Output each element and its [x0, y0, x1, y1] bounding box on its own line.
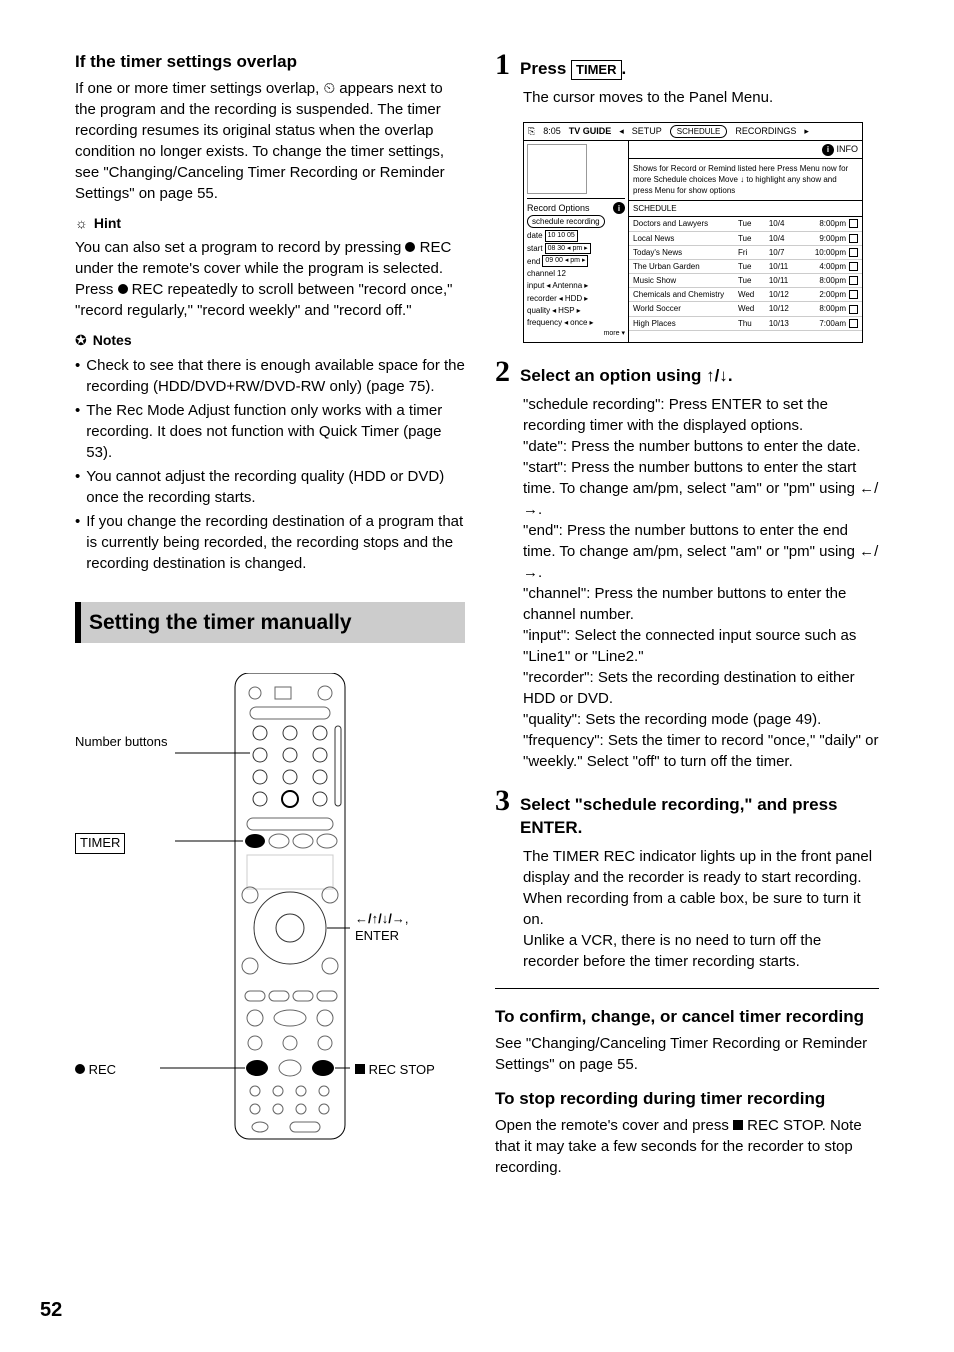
tv-logo	[527, 144, 587, 194]
field-quality-label: quality	[527, 305, 550, 316]
rec-dot-icon-3	[75, 1064, 85, 1074]
field-end-label: end	[527, 256, 540, 267]
para-overlap: If one or more timer settings overlap, ⏲…	[75, 78, 465, 204]
stop-square-icon-2	[733, 1120, 743, 1130]
hint-rec: REC	[415, 239, 451, 256]
schedule-row[interactable]: Local NewsTue10/49:00pm	[629, 232, 862, 246]
info-icon: i	[613, 202, 625, 214]
field-start-label: start	[527, 243, 543, 254]
tv-time: 8:05	[543, 125, 561, 138]
info-icon-2: i	[822, 144, 834, 156]
info-label: INFO	[837, 144, 859, 154]
heading-overlap: If the timer settings overlap	[75, 50, 465, 74]
note-item: If you change the recording destination …	[75, 511, 465, 574]
field-quality-value[interactable]: HSP	[558, 305, 574, 316]
schedule-row[interactable]: Today's NewsFri10/710:00pm	[629, 246, 862, 260]
field-frequency-label: frequency	[527, 317, 562, 328]
step1-title-b: .	[622, 59, 627, 78]
step1-title: Press TIMER.	[520, 57, 626, 81]
sub2-title: To stop recording during timer recording	[495, 1087, 879, 1111]
tv-setup-tab[interactable]: SETUP	[632, 125, 662, 138]
note-text: The Rec Mode Adjust function only works …	[86, 400, 465, 463]
schedule-recording-pill[interactable]: schedule recording	[527, 215, 605, 228]
note-item: You cannot adjust the recording quality …	[75, 466, 465, 508]
schedule-rows: Doctors and LawyersTue10/48:00pmLocal Ne…	[629, 217, 862, 331]
section-heading: Setting the timer manually	[75, 602, 465, 643]
schedule-header: SCHEDULE	[629, 201, 862, 217]
step1-timer-box: TIMER	[571, 60, 621, 80]
callout-rec-stop-text: REC STOP	[369, 1062, 435, 1077]
step2-title: Select an option using ↑/↓.	[520, 364, 733, 388]
field-input-value[interactable]: Antenna	[552, 280, 582, 291]
step1-body: The cursor moves to the Panel Menu.	[523, 87, 879, 108]
callout-rec-stop: REC STOP	[355, 1061, 435, 1079]
field-date-label: date	[527, 230, 543, 241]
field-end-value[interactable]: 09 00 ◂ pm ▸	[542, 255, 588, 267]
sub2-body-a: Open the remote's cover and press	[495, 1117, 733, 1134]
callout-arrows-enter: ←/↑/↓/→,ENTER	[355, 911, 408, 945]
schedule-row[interactable]: Music ShowTue10/118:00pm	[629, 274, 862, 288]
remote-figure: Number buttons TIMER ←/↑/↓/→,ENTER REC R…	[75, 673, 465, 1143]
step3-title: Select "schedule recording," and press E…	[520, 793, 879, 841]
sub1-body: See "Changing/Canceling Timer Recording …	[495, 1033, 879, 1075]
stop-square-icon	[355, 1064, 365, 1074]
hint-text-c: REC repeatedly to scroll between "record…	[75, 281, 453, 319]
page-number: 52	[40, 1296, 62, 1324]
field-recorder-value[interactable]: HDD	[565, 293, 582, 304]
rec-dot-icon-2	[118, 284, 128, 294]
hint-label: Hint	[94, 214, 121, 234]
note-item: The Rec Mode Adjust function only works …	[75, 400, 465, 463]
callout-rec-text: REC	[89, 1062, 116, 1077]
notes-label: Notes	[93, 331, 132, 351]
tv-panel: ⎘ 8:05 TV GUIDE ◂ SETUP SCHEDULE RECORDI…	[523, 122, 863, 343]
field-channel-value[interactable]: 12	[557, 268, 566, 279]
note-text: If you change the recording destination …	[86, 511, 465, 574]
field-input-label: input	[527, 280, 544, 291]
field-channel-label: channel	[527, 268, 555, 279]
step2-number: 2	[495, 357, 510, 387]
tv-next-icon: ▸	[804, 125, 809, 138]
tv-schedule-tab[interactable]: SCHEDULE	[670, 125, 728, 138]
step2-body: "schedule recording": Press ENTER to set…	[523, 394, 879, 772]
hint-text: You can also set a program to record by …	[75, 237, 465, 321]
tv-recordings-tab[interactable]: RECORDINGS	[735, 125, 796, 138]
field-recorder-label: recorder	[527, 293, 557, 304]
hint-icon: ☼	[75, 214, 88, 234]
step3-body: The TIMER REC indicator lights up in the…	[523, 846, 879, 972]
step3-number: 3	[495, 786, 510, 816]
field-start-value[interactable]: 08 30 ◂ pm ▸	[545, 243, 591, 255]
note-text: You cannot adjust the recording quality …	[86, 466, 465, 508]
schedule-row[interactable]: Chemicals and ChemistryWed10/122:00pm	[629, 288, 862, 302]
schedule-row[interactable]: High PlacesThu10/137:00am	[629, 317, 862, 331]
note-text: Check to see that there is enough availa…	[86, 355, 465, 397]
tv-guide-label: TV GUIDE	[569, 125, 612, 138]
callout-number-buttons: Number buttons	[75, 733, 175, 751]
field-date-value[interactable]: 10 10 05	[545, 230, 578, 242]
schedule-row[interactable]: World SoccerWed10/128:00pm	[629, 302, 862, 316]
step1-number: 1	[495, 50, 510, 80]
notes-list: Check to see that there is enough availa…	[75, 355, 465, 574]
tv-prev-icon: ◂	[619, 125, 624, 138]
field-more[interactable]: more ▾	[527, 329, 625, 339]
schedule-row[interactable]: The Urban GardenTue10/114:00pm	[629, 260, 862, 274]
schedule-row[interactable]: Doctors and LawyersTue10/48:00pm	[629, 217, 862, 231]
field-frequency-value[interactable]: once	[570, 317, 587, 328]
notes-icon: ✪	[75, 331, 87, 351]
sub1-title: To confirm, change, or cancel timer reco…	[495, 1005, 879, 1029]
record-options-label: Record Options	[527, 202, 590, 215]
hint-text-a: You can also set a program to record by …	[75, 239, 405, 256]
tv-clock-icon: ⎘	[528, 125, 535, 138]
separator	[495, 988, 879, 989]
callout-timer: TIMER	[75, 833, 125, 853]
sub2-body: Open the remote's cover and press REC ST…	[495, 1115, 879, 1178]
callout-rec: REC	[75, 1061, 116, 1079]
rec-dot-icon	[405, 242, 415, 252]
step1-title-a: Press	[520, 59, 571, 78]
tv-msg: Shows for Record or Remind listed here P…	[629, 159, 862, 202]
note-item: Check to see that there is enough availa…	[75, 355, 465, 397]
